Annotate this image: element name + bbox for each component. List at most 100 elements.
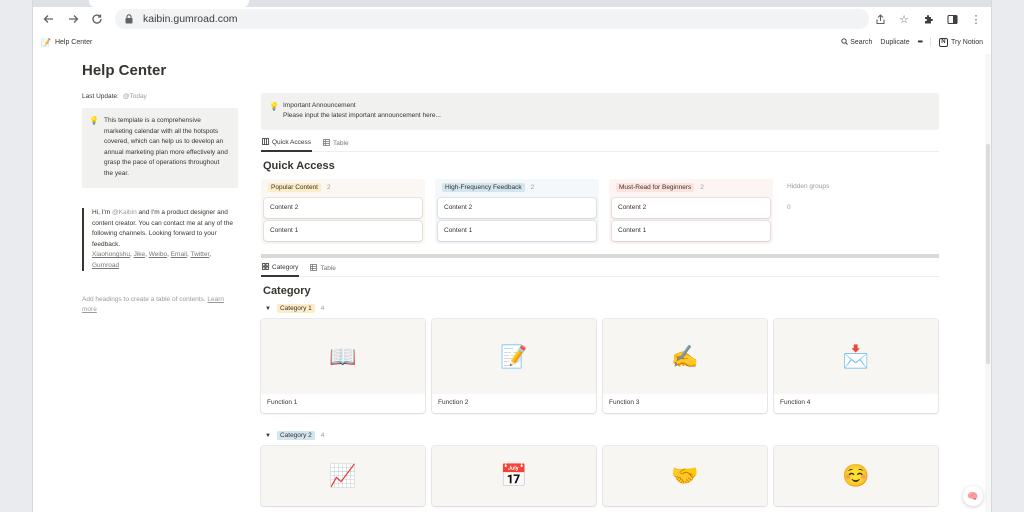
browser-window: kaibin.gumroad.com ☆ ⋮ 📝 Help Center Sea… (32, 0, 992, 512)
page-content: Help Center Last Update: @Today 💡 This t… (33, 53, 987, 512)
page-scrollbar[interactable] (985, 54, 991, 512)
board-card[interactable]: Content 1 (438, 221, 596, 241)
table-icon (310, 264, 318, 273)
reload-icon[interactable] (87, 9, 107, 29)
writing-hand-icon: ✍️ (603, 319, 767, 394)
back-arrow-icon[interactable] (39, 9, 59, 29)
group-count: 4 (320, 432, 325, 439)
link-jike[interactable]: Jike (134, 251, 146, 258)
link-xiaohongshu[interactable]: Xiaohongshu (92, 251, 130, 258)
section-divider (261, 254, 939, 258)
column-count: 2 (700, 183, 704, 191)
search-button[interactable]: Search (841, 38, 872, 46)
gallery-category-1: 📖 Function 1 📝 Function 2 ✍️ Function 3 … (261, 319, 939, 413)
caret-down-icon[interactable]: ▼ (265, 306, 271, 312)
announcement-callout: 💡 Important Announcement Please input th… (261, 93, 939, 130)
board-card[interactable]: Content 1 (612, 221, 770, 241)
link-email[interactable]: Email (171, 251, 187, 258)
announcement-text: Please input the latest important announ… (283, 112, 441, 119)
side-panel-icon[interactable] (943, 10, 961, 28)
search-icon (841, 38, 849, 45)
group-header-category-1[interactable]: ▼ Category 1 4 (265, 304, 939, 313)
left-column: Last Update: @Today 💡 This template is a… (82, 93, 238, 314)
gallery-card[interactable]: 📅 (432, 446, 596, 506)
board-card[interactable]: Content 1 (264, 221, 422, 241)
lightbulb-icon: 💡 (269, 102, 279, 111)
duplicate-button[interactable]: Duplicate (880, 39, 909, 46)
board-column-header[interactable]: Popular Content 2 (264, 179, 422, 195)
gallery-card[interactable]: ✍️ Function 3 (603, 319, 767, 413)
tab-label: Category (272, 264, 299, 271)
smiling-face-icon: ☺️ (774, 446, 938, 506)
board-column-beginners: Must-Read for Beginners 2 Content 2 Cont… (609, 179, 773, 244)
book-icon: 📖 (261, 319, 425, 394)
main-column: 💡 Important Announcement Please input th… (261, 93, 939, 506)
gallery-card[interactable]: 📩 Function 4 (774, 319, 938, 413)
link-gumroad[interactable]: Gumroad (92, 262, 119, 269)
breadcrumb[interactable]: 📝 Help Center (41, 38, 92, 47)
gallery-card[interactable]: ☺️ (774, 446, 938, 506)
hidden-groups-label: Hidden groups (787, 183, 830, 190)
gallery-card[interactable]: 📈 (261, 446, 425, 506)
last-update-value[interactable]: @Today (123, 93, 147, 100)
board-card[interactable]: Content 2 (264, 198, 422, 218)
board-column-feedback: High-Frequency Feedback 2 Content 2 Cont… (435, 179, 599, 244)
gallery-category-2: 📈 📅 🤝 ☺️ (261, 446, 939, 506)
intro-callout-text: This template is a comprehensive marketi… (104, 117, 228, 177)
notion-logo-icon: N (938, 37, 948, 47)
board-card[interactable]: Content 2 (438, 198, 596, 218)
column-count: 2 (326, 183, 331, 191)
help-button[interactable]: 🧠 (963, 486, 983, 506)
tab-strip (33, 0, 991, 7)
group-count: 4 (320, 305, 325, 312)
tab-category[interactable]: Category (261, 261, 300, 277)
link-weibo[interactable]: Weibo (149, 251, 167, 258)
board-column-header[interactable]: High-Frequency Feedback 2 (438, 179, 596, 195)
hidden-groups[interactable]: Hidden groups 0 (783, 179, 903, 244)
extensions-icon[interactable] (919, 10, 937, 28)
star-icon[interactable]: ☆ (895, 10, 913, 28)
board-card[interactable]: Content 2 (612, 198, 770, 218)
page-title: Help Center (82, 62, 167, 79)
caret-down-icon[interactable]: ▼ (265, 433, 271, 439)
divider (929, 37, 931, 47)
tab-label: Table (333, 140, 349, 147)
toc-hint-text: Add headings to create a table of conten… (82, 296, 206, 303)
board-column-header[interactable]: Must-Read for Beginners 2 (612, 179, 770, 195)
calendar-icon: 📅 (432, 446, 596, 506)
address-bar[interactable]: kaibin.gumroad.com (115, 9, 869, 29)
share-icon[interactable] (871, 10, 889, 28)
try-notion-button[interactable]: N Try Notion (938, 37, 983, 47)
tab-table[interactable]: Table (322, 136, 350, 152)
last-update: Last Update: @Today (82, 93, 238, 100)
notion-topbar: 📝 Help Center Search Duplicate ••• N Try… (33, 31, 991, 53)
gallery-card[interactable]: 🤝 (603, 446, 767, 506)
active-tab[interactable] (89, 0, 249, 7)
url-text: kaibin.gumroad.com (143, 13, 238, 25)
column-tag: High-Frequency Feedback (442, 182, 525, 192)
tab-quick-access[interactable]: Quick Access (261, 136, 313, 152)
link-twitter[interactable]: Twitter (190, 251, 209, 258)
gallery-card[interactable]: 📖 Function 1 (261, 319, 425, 413)
memo-icon: 📝 (432, 319, 596, 394)
column-tag: Must-Read for Beginners (616, 182, 695, 192)
menu-icon[interactable]: ⋮ (967, 10, 985, 28)
intro-callout: 💡 This template is a comprehensive marke… (82, 108, 238, 188)
author-mention[interactable]: @Kaibin (112, 209, 137, 216)
more-button[interactable]: ••• (918, 39, 923, 46)
last-update-label: Last Update: (82, 93, 119, 100)
tab-label: Table (320, 265, 336, 272)
lock-icon[interactable] (125, 14, 135, 24)
announcement-title: Important Announcement (283, 102, 356, 109)
tab-table[interactable]: Table (309, 261, 337, 277)
group-tag: Category 1 (276, 304, 315, 313)
gallery-card[interactable]: 📝 Function 2 (432, 319, 596, 413)
handshake-icon: 🤝 (603, 446, 767, 506)
scrollbar-thumb[interactable] (986, 144, 990, 364)
page-emoji-icon: 📝 (41, 37, 51, 47)
group-header-category-2[interactable]: ▼ Category 2 4 (265, 431, 939, 440)
contact-quote: Hi, I'm @Kaibin and I'm a product design… (82, 208, 238, 271)
table-icon (323, 139, 330, 148)
forward-arrow-icon[interactable] (63, 9, 83, 29)
column-tag: Popular Content (268, 182, 321, 192)
